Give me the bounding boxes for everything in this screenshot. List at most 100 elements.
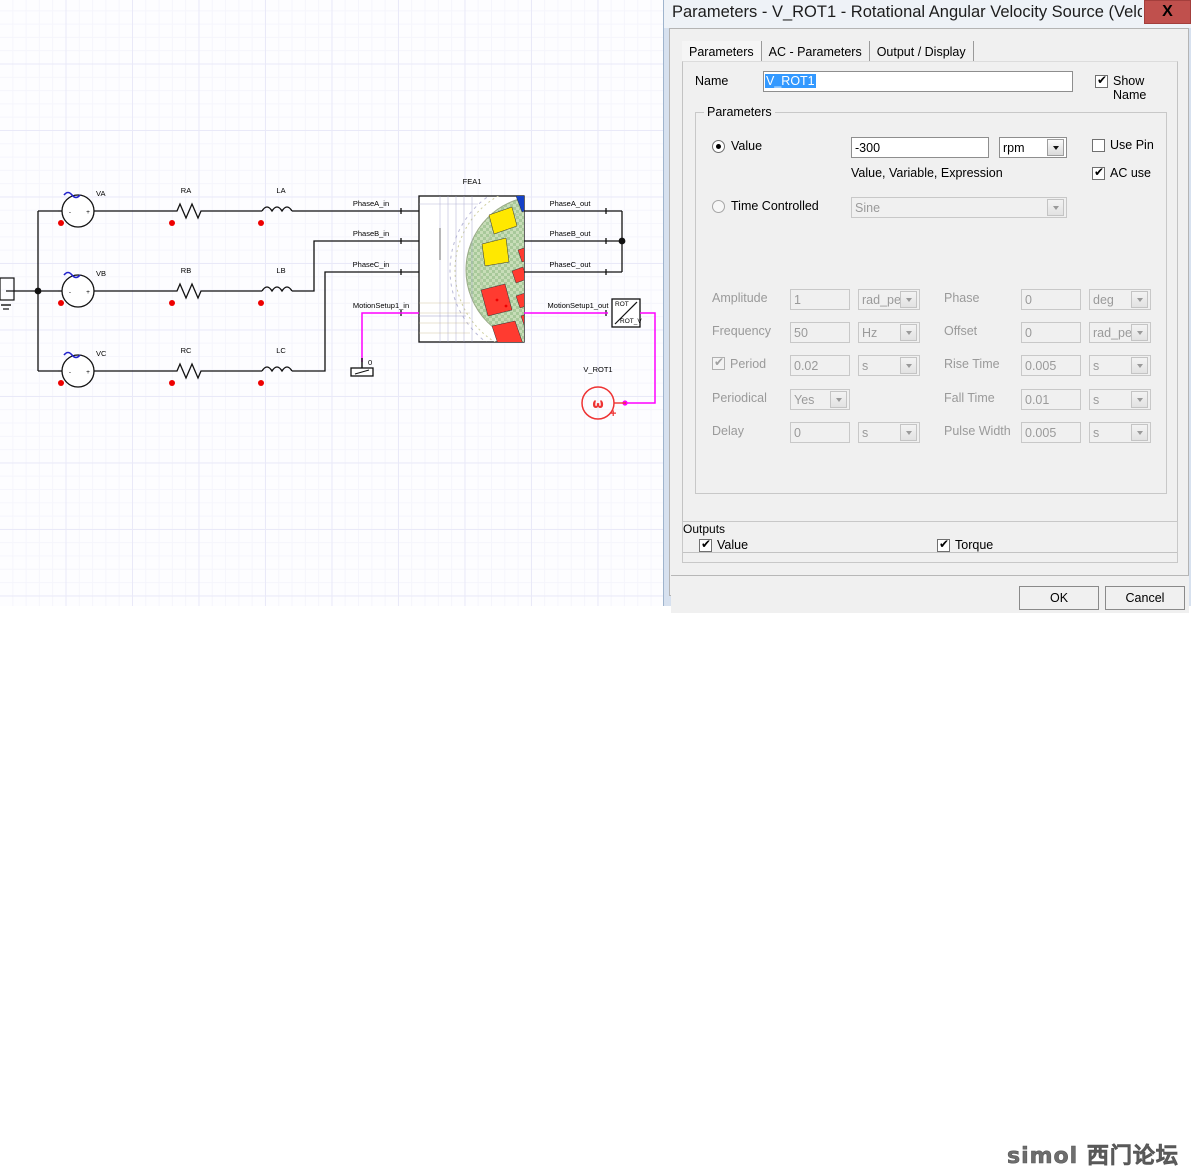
use-pin-label: Use Pin <box>1110 138 1154 152</box>
period-checkbox[interactable] <box>712 355 725 370</box>
svg-text:V_ROT1: V_ROT1 <box>583 365 612 374</box>
pulse-width-label: Pulse Width <box>944 424 1011 438</box>
svg-text:ROT: ROT <box>615 301 629 308</box>
svg-text:-: - <box>69 209 71 216</box>
port-label-phasec-in: PhaseC_in <box>353 260 390 269</box>
chevron-down-icon <box>900 424 917 441</box>
period-label: Period <box>730 357 767 371</box>
delay-input[interactable] <box>790 422 850 443</box>
svg-text:ω: ω <box>592 397 603 412</box>
chevron-down-icon <box>1131 324 1148 341</box>
offset-unit-select[interactable]: rad_per_ <box>1089 322 1151 343</box>
chevron-down-icon <box>1131 357 1148 374</box>
parameters-group: Parameters Value rpm Value, Variable, Ex… <box>695 105 1167 494</box>
svg-text:VC: VC <box>96 349 107 358</box>
period-input[interactable] <box>790 355 850 376</box>
phase-input[interactable] <box>1021 289 1081 310</box>
periodical-text: Yes <box>794 392 815 407</box>
value-unit-select[interactable]: rpm <box>999 137 1067 158</box>
fall-time-unit-select[interactable]: s <box>1089 389 1151 410</box>
rise-time-input[interactable] <box>1021 355 1081 376</box>
value-input[interactable] <box>851 137 989 158</box>
frequency-unit-select[interactable]: Hz <box>858 322 920 343</box>
port-label-phasec-out: PhaseC_out <box>549 260 591 269</box>
dialog-title-bar[interactable]: Parameters - V_ROT1 - Rotational Angular… <box>664 0 1191 28</box>
fall-time-input[interactable] <box>1021 389 1081 410</box>
parameters-tab-panel: Name V_ROT1 Show Name Parameters Value r… <box>682 61 1178 553</box>
chevron-down-icon <box>900 291 917 308</box>
output-value-checkbox[interactable] <box>699 537 712 552</box>
chevron-down-icon <box>830 391 847 408</box>
rise-time-unit-select[interactable]: s <box>1089 355 1151 376</box>
name-field-wrap: V_ROT1 <box>763 71 1073 92</box>
tab-strip: Parameters AC - Parameters Output / Disp… <box>682 40 974 62</box>
svg-text:+: + <box>86 209 90 216</box>
tab-output-display[interactable]: Output / Display <box>869 41 974 62</box>
fall-time-unit-text: s <box>1093 392 1100 407</box>
phase-unit-select[interactable]: deg <box>1089 289 1151 310</box>
port-label-phaseb-in: PhaseB_in <box>353 229 389 238</box>
chevron-down-icon <box>900 324 917 341</box>
svg-text:VA: VA <box>96 189 105 198</box>
use-pin-checkbox[interactable] <box>1092 139 1105 152</box>
dialog-button-bar: OK Cancel simol 西门论坛 <box>671 575 1189 1169</box>
svg-text:RB: RB <box>181 266 191 275</box>
schematic-canvas[interactable]: - + VA RA LA - + VB RB LB - + VC RC LC F… <box>0 0 663 606</box>
svg-text:LB: LB <box>276 266 285 275</box>
phase-row-b: - + VB RB LB <box>58 240 419 308</box>
port-label-phaseb-out: PhaseB_out <box>550 229 592 238</box>
name-label: Name <box>695 74 729 88</box>
port-label-motion-out: MotionSetup1_out <box>548 301 610 310</box>
chevron-down-icon <box>1131 291 1148 308</box>
port-label-motion-in: MotionSetup1_in <box>353 301 409 310</box>
period-unit-select[interactable]: s <box>858 355 920 376</box>
periodical-label: Periodical <box>712 391 767 405</box>
value-radio-label: Value <box>731 139 763 153</box>
velocity-source-symbol: ω + V_ROT1 <box>581 365 626 420</box>
pulse-width-input[interactable] <box>1021 422 1081 443</box>
time-controlled-radio[interactable] <box>712 200 725 213</box>
port-label-phasea-in: PhaseA_in <box>353 199 389 208</box>
schematic-drawing: - + VA RA LA - + VB RB LB - + VC RC LC F… <box>0 177 656 420</box>
svg-text:FEA1: FEA1 <box>463 177 482 186</box>
frequency-label: Frequency <box>712 324 772 338</box>
rise-time-label: Rise Time <box>944 357 1000 371</box>
chevron-down-icon <box>1131 424 1148 441</box>
svg-text:RA: RA <box>181 186 191 195</box>
ok-button[interactable]: OK <box>1019 586 1099 610</box>
offset-unit-text: rad_per_ <box>1093 325 1131 340</box>
svg-text:LC: LC <box>276 346 286 355</box>
amplitude-input[interactable] <box>790 289 850 310</box>
parameters-group-title: Parameters <box>704 105 775 119</box>
phase-unit-text: deg <box>1093 292 1114 307</box>
chevron-down-icon <box>1131 391 1148 408</box>
ac-use-checkbox[interactable] <box>1092 165 1105 180</box>
svg-text:0: 0 <box>368 358 372 367</box>
delay-unit-select[interactable]: s <box>858 422 920 443</box>
chevron-down-icon <box>1047 199 1064 216</box>
offset-label: Offset <box>944 324 978 338</box>
frequency-input[interactable] <box>790 322 850 343</box>
name-input[interactable] <box>763 71 1073 92</box>
svg-text:-: - <box>69 369 71 376</box>
pulse-width-unit-select[interactable]: s <box>1089 422 1151 443</box>
dialog-title: Parameters - V_ROT1 - Rotational Angular… <box>672 3 1142 21</box>
tab-parameters[interactable]: Parameters <box>682 41 762 62</box>
output-torque-checkbox[interactable] <box>937 537 950 552</box>
waveform-select[interactable]: Sine <box>851 197 1067 218</box>
ground-symbol-left <box>0 277 15 310</box>
cancel-button[interactable]: Cancel <box>1105 586 1185 610</box>
outputs-group: Outputs Value Torque <box>682 521 1178 563</box>
amplitude-unit-text: rad_per_ <box>862 292 900 307</box>
offset-input[interactable] <box>1021 322 1081 343</box>
svg-text:VB: VB <box>96 269 106 278</box>
fea-block: FEA1 <box>418 177 525 343</box>
tab-ac-parameters[interactable]: AC - Parameters <box>761 41 870 62</box>
rise-time-unit-text: s <box>1093 358 1100 373</box>
value-radio[interactable] <box>712 140 725 153</box>
period-unit-text: s <box>862 358 869 373</box>
amplitude-unit-select[interactable]: rad_per_ <box>858 289 920 310</box>
close-icon[interactable]: X <box>1144 0 1191 24</box>
periodical-select[interactable]: Yes <box>790 389 850 410</box>
show-name-checkbox[interactable] <box>1095 73 1108 88</box>
